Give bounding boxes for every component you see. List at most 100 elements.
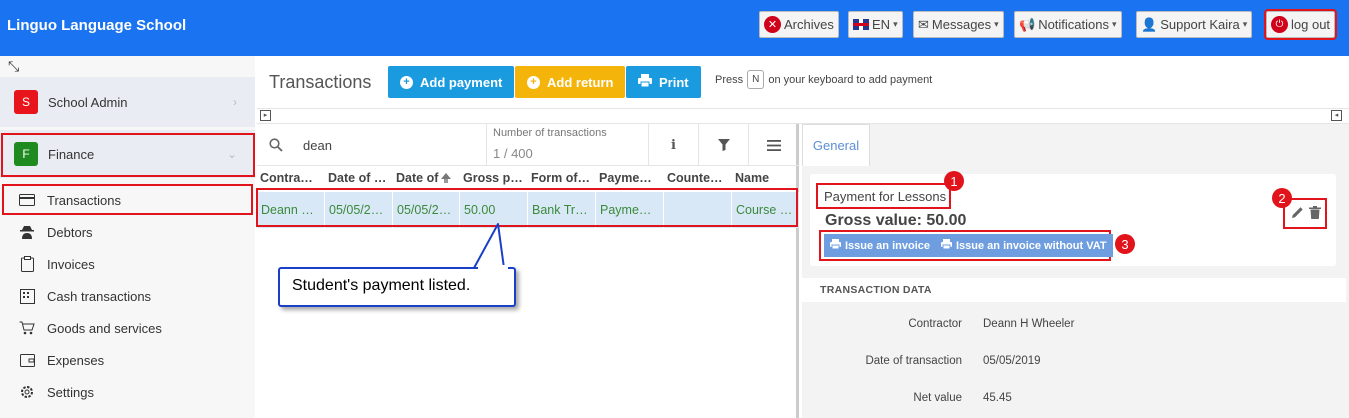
column-header[interactable]: Form of… — [531, 171, 593, 185]
hint-key: N — [747, 70, 765, 89]
field-label-net-value: Net value — [913, 392, 962, 404]
marker-2: 2 — [1272, 188, 1292, 208]
trash-icon[interactable] — [1309, 206, 1321, 222]
close-circle-icon: ✕ — [764, 16, 781, 33]
column-header[interactable]: Counte… — [667, 171, 729, 185]
notifications-dropdown[interactable]: 📢 Notifications ▾ — [1014, 11, 1122, 38]
issue-invoice-button[interactable]: Issue an invoice — [824, 234, 936, 257]
sidebar-item-label: Goods and services — [47, 320, 162, 336]
sort-icon[interactable] — [440, 172, 452, 187]
power-icon: ⏻ — [1271, 16, 1288, 33]
spy-icon — [18, 225, 36, 239]
table-cell: Deann … — [257, 192, 325, 228]
chevron-down-icon: ▾ — [994, 19, 999, 29]
column-header[interactable]: Date of — [396, 171, 440, 185]
section-badge: F — [14, 142, 38, 166]
sidebar-section-school-admin[interactable]: S School Admin › — [0, 77, 255, 127]
archives-button[interactable]: ✕ Archives — [759, 11, 839, 38]
column-header[interactable]: Name — [735, 171, 797, 185]
collapse-icon[interactable]: ⤡ — [8, 58, 19, 75]
sidebar-item-label: Expenses — [47, 352, 105, 368]
printer-icon — [941, 239, 952, 252]
sidebar-section-finance[interactable]: F Finance ⌄ — [0, 130, 255, 178]
sidebar-item-label: Debtors — [47, 224, 93, 240]
column-header[interactable]: Date of … — [328, 171, 390, 185]
page-title: Transactions — [269, 72, 372, 92]
expand-left-icon[interactable]: ▸ — [260, 110, 271, 121]
table-header: Contra… Date of … Date of Gross p… Form … — [257, 167, 799, 189]
sidebar-item-settings[interactable]: Settings — [0, 376, 255, 408]
add-payment-button[interactable]: + Add payment — [388, 66, 515, 98]
gross-value: Gross value: 50.00 — [825, 212, 967, 229]
pencil-icon[interactable] — [1291, 206, 1304, 222]
sidebar-item-debtors[interactable]: Debtors — [0, 216, 255, 248]
issue-invoice-label: Issue an invoice — [845, 239, 930, 252]
field-label-contractor: Contractor — [908, 318, 962, 330]
megaphone-icon: 📢 — [1019, 16, 1036, 32]
table-cell — [664, 192, 732, 228]
print-label: Print — [659, 74, 689, 90]
field-label-date: Date of transaction — [865, 355, 962, 367]
keyboard-hint: Press N on your keyboard to add payment — [715, 70, 932, 89]
field-value-date: 05/05/2019 — [983, 355, 1041, 367]
sidebar-item-label: Cash transactions — [47, 288, 152, 304]
search-icon — [269, 138, 283, 155]
sidebar-item-expenses[interactable]: Expenses — [0, 344, 255, 376]
field-value-net-value: 45.45 — [983, 392, 1012, 404]
archives-label: Archives — [784, 17, 834, 32]
chevron-down-icon: ▾ — [893, 19, 898, 29]
wallet-icon — [18, 353, 36, 367]
language-dropdown[interactable]: EN ▾ — [848, 11, 903, 38]
messages-dropdown[interactable]: ✉ Messages ▾ — [913, 11, 1004, 38]
table-cell: 05/05/2… — [393, 192, 460, 228]
brand-name[interactable]: Linguo Language School — [7, 17, 186, 34]
sidebar-item-invoices[interactable]: Invoices — [0, 248, 255, 280]
section-label: School Admin — [48, 94, 128, 110]
hint-after: on your keyboard to add payment — [768, 73, 933, 86]
table-row[interactable]: Deann … 05/05/2… 05/05/2… 50.00 Bank Tr…… — [257, 192, 799, 228]
marker-1: 1 — [944, 171, 964, 191]
sidebar-item-label: Transactions — [47, 192, 121, 208]
field-value-contractor: Deann H Wheeler — [983, 318, 1075, 330]
chevron-down-icon: ⌄ — [226, 147, 237, 161]
add-payment-label: Add payment — [420, 74, 503, 90]
user-dropdown[interactable]: 👤 Support Kaira ▾ — [1136, 11, 1253, 38]
payment-title: Payment for Lessons — [816, 183, 951, 209]
callout-note: Student's payment listed. — [278, 267, 516, 307]
marker-3: 3 — [1115, 234, 1135, 254]
user-label: Support Kaira — [1160, 17, 1240, 32]
logout-button[interactable]: ⏻ log out — [1263, 9, 1338, 40]
table-cell: Course … — [736, 203, 793, 217]
search-bar: dean Number of transactions 1 / 400 i — [257, 124, 799, 166]
tab-general[interactable]: General — [802, 124, 870, 166]
uk-flag-icon — [853, 19, 869, 30]
table-cell: Bank Tr… — [528, 192, 596, 228]
issue-invoice-without-vat-button[interactable]: Issue an invoice without VAT — [935, 234, 1113, 257]
filter-icon[interactable] — [698, 124, 748, 166]
sidebar-item-transactions[interactable]: Transactions — [0, 184, 255, 216]
print-button[interactable]: Print — [626, 66, 701, 98]
logout-label: log out — [1291, 17, 1331, 32]
expand-right-icon[interactable]: ◂ — [1331, 110, 1342, 121]
messages-label: Messages — [931, 17, 992, 32]
column-header[interactable]: Payme… — [599, 171, 661, 185]
info-icon[interactable]: i — [648, 124, 698, 166]
column-header[interactable]: Gross p… — [463, 171, 525, 185]
hint-before: Press — [715, 73, 744, 86]
sidebar-item-label: Settings — [47, 384, 94, 400]
chevron-right-icon: › — [233, 95, 237, 109]
search-input[interactable]: dean — [303, 138, 332, 153]
clipboard-icon — [18, 256, 36, 272]
add-return-button[interactable]: + Add return — [515, 66, 626, 98]
cart-icon — [18, 321, 36, 335]
column-header[interactable]: Contra… — [260, 171, 322, 185]
plus-circle-icon: + — [527, 75, 540, 89]
chevron-down-icon: ▾ — [1242, 19, 1248, 29]
issue-invoice-no-vat-label: Issue an invoice without VAT — [956, 239, 1107, 252]
menu-icon[interactable] — [748, 124, 799, 166]
printer-icon — [830, 239, 841, 252]
sidebar-item-cash-transactions[interactable]: Cash transactions — [0, 280, 255, 312]
sidebar-item-goods-and-services[interactable]: Goods and services — [0, 312, 255, 344]
section-transaction-data: TRANSACTION DATA — [802, 278, 1346, 302]
section-badge: S — [14, 90, 38, 114]
